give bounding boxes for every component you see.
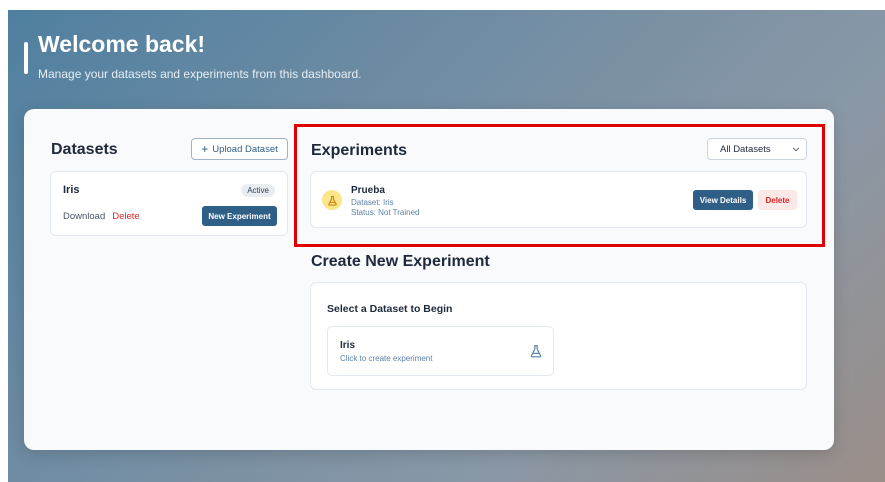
- header-accent-bar: [24, 42, 28, 74]
- flask-icon: [530, 345, 542, 358]
- page-title: Welcome back!: [38, 31, 206, 57]
- new-experiment-button[interactable]: New Experiment: [202, 206, 277, 226]
- datasets-heading: Datasets: [51, 141, 118, 158]
- page-subtitle: Manage your datasets and experiments fro…: [38, 67, 362, 81]
- delete-dataset-link[interactable]: Delete: [112, 211, 139, 222]
- dataset-card: Iris Active Download Delete New Experime…: [50, 171, 288, 236]
- dataset-option-name: Iris: [340, 340, 356, 351]
- dataset-option-iris[interactable]: Iris Click to create experiment: [327, 326, 554, 376]
- dataset-option-hint: Click to create experiment: [340, 354, 433, 363]
- status-badge: Active: [241, 184, 275, 197]
- create-experiment-heading: Create New Experiment: [311, 253, 490, 270]
- upload-dataset-label: Upload Dataset: [212, 143, 278, 155]
- dataset-actions: Download Delete: [63, 211, 140, 222]
- dataset-name: Iris: [63, 184, 80, 196]
- plus-icon: +: [201, 142, 209, 156]
- upload-dataset-button[interactable]: + Upload Dataset: [191, 138, 288, 160]
- select-dataset-prompt: Select a Dataset to Begin: [327, 303, 453, 315]
- download-link[interactable]: Download: [63, 211, 105, 222]
- create-experiment-card: Select a Dataset to Begin Iris Click to …: [310, 282, 807, 390]
- highlight-annotation: [294, 124, 825, 247]
